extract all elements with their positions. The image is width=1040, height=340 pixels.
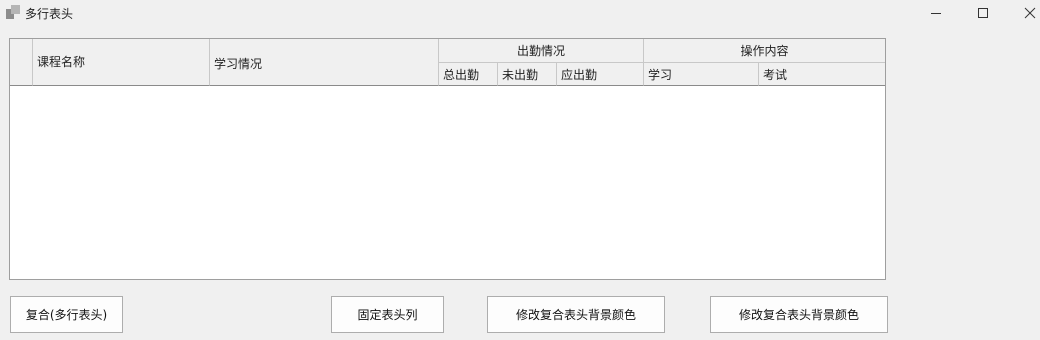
- column-header-exam[interactable]: 考试: [759, 63, 885, 86]
- title-bar: 多行表头: [0, 0, 1040, 26]
- column-header-label: 学习: [648, 67, 673, 82]
- close-icon: [1024, 7, 1036, 19]
- column-header-absent[interactable]: 未出勤: [498, 63, 557, 86]
- column-group-operation: 操作内容: [644, 39, 885, 63]
- column-group-label: 操作内容: [740, 44, 789, 58]
- grid-body[interactable]: [10, 86, 885, 279]
- column-header-label: 课程名称: [37, 55, 86, 69]
- column-header-label: 未出勤: [502, 67, 539, 82]
- column-header-label: 考试: [763, 67, 788, 82]
- window-title: 多行表头: [25, 7, 74, 21]
- composite-header-button[interactable]: 复合(多行表头): [10, 296, 123, 333]
- column-group-label: 出勤情况: [516, 44, 565, 58]
- column-header-study-status[interactable]: 学习情况: [210, 39, 439, 86]
- column-header-course-name[interactable]: 课程名称: [33, 39, 210, 86]
- button-label: 修改复合表头背景颜色: [515, 308, 636, 322]
- change-header-bg-color-button-2[interactable]: 修改复合表头背景颜色: [710, 296, 888, 333]
- minimize-button[interactable]: [913, 0, 959, 26]
- data-grid[interactable]: 课程名称 学习情况 出勤情况 总出勤 未出勤 应出勤 操作内容 学习 考试: [9, 38, 886, 280]
- minimize-icon: [931, 13, 941, 14]
- column-group-attendance: 出勤情况: [439, 39, 644, 63]
- maximize-icon: [978, 8, 988, 18]
- maximize-button[interactable]: [960, 0, 1006, 26]
- freeze-header-columns-button[interactable]: 固定表头列: [331, 296, 444, 333]
- row-header-corner: [10, 39, 33, 86]
- button-label: 复合(多行表头): [25, 308, 108, 322]
- close-button[interactable]: [1007, 0, 1040, 26]
- column-header-label: 应出勤: [561, 67, 598, 82]
- column-header-study[interactable]: 学习: [644, 63, 759, 86]
- button-label: 修改复合表头背景颜色: [738, 308, 859, 322]
- column-header-expected-attendance[interactable]: 应出勤: [557, 63, 644, 86]
- app-icon: [6, 5, 20, 19]
- button-label: 固定表头列: [357, 308, 418, 322]
- column-header-label: 学习情况: [214, 57, 263, 71]
- column-header-total-attendance[interactable]: 总出勤: [439, 63, 498, 86]
- column-header-label: 总出勤: [443, 67, 480, 82]
- change-header-bg-color-button[interactable]: 修改复合表头背景颜色: [487, 296, 665, 333]
